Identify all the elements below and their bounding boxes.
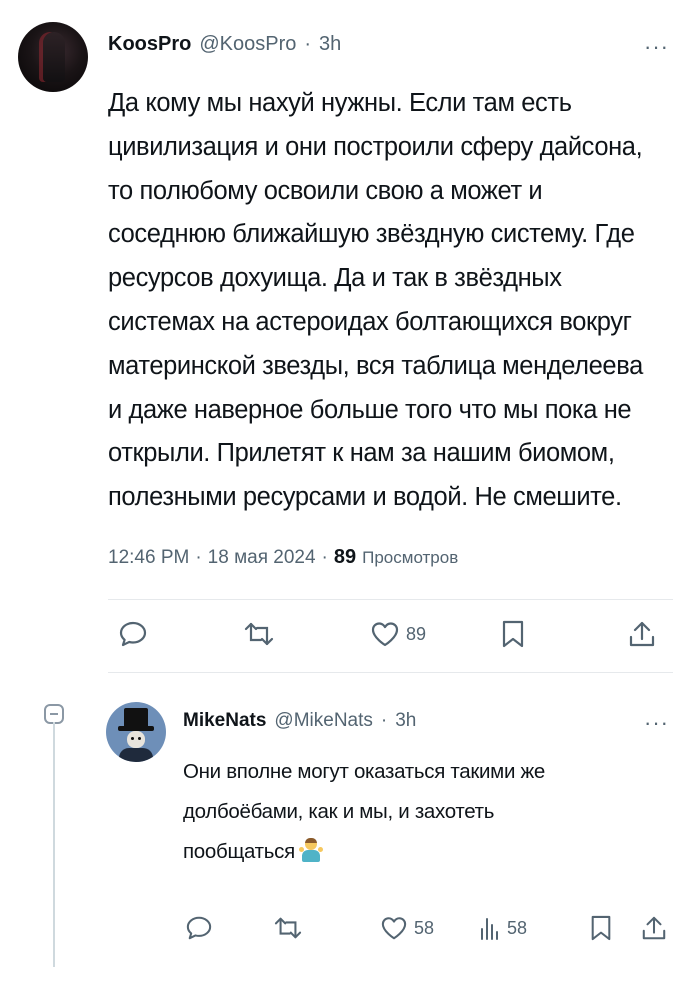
separator-dot: · <box>380 710 388 731</box>
reply-bookmark-button[interactable] <box>589 914 613 942</box>
person-shrugging-emoji <box>298 838 323 862</box>
avatar-face <box>127 731 145 748</box>
like-button[interactable]: 89 <box>370 620 426 648</box>
reply-author-avatar[interactable] <box>106 702 166 762</box>
reply-view-count: 58 <box>507 917 528 938</box>
reply-views-button[interactable]: 58 <box>479 915 527 941</box>
views-icon <box>481 918 498 940</box>
divider <box>108 672 673 673</box>
reply-retweet-button[interactable] <box>273 915 303 941</box>
avatar-hat <box>124 708 148 728</box>
like-icon <box>381 917 407 940</box>
tweet-meta: 12:46 PM · 18 мая 2024 · 89 Просмотров <box>108 546 458 569</box>
tweet-actions: 89 <box>108 612 673 656</box>
reply-author-handle[interactable]: @MikeNats <box>274 710 372 732</box>
share-icon <box>629 621 655 647</box>
tweet-timestamp[interactable]: 12:46 PM <box>108 547 189 569</box>
retweet-button[interactable] <box>243 620 275 648</box>
author-name[interactable]: KoosPro <box>108 33 191 56</box>
emoji-torso <box>301 850 320 862</box>
collapse-thread-button[interactable] <box>44 704 64 724</box>
author-handle[interactable]: @KoosPro <box>199 33 296 56</box>
reply-icon <box>186 916 212 940</box>
thread-line <box>53 722 55 967</box>
reply-actions: 58 58 <box>183 910 673 950</box>
tweet-date[interactable]: 18 мая 2024 <box>208 547 316 569</box>
like-icon <box>371 622 399 647</box>
reply-share-button[interactable] <box>641 914 667 942</box>
bookmark-icon <box>591 915 611 941</box>
author-avatar[interactable] <box>18 22 88 92</box>
more-options-icon[interactable]: ··· <box>644 34 669 60</box>
reply-time[interactable]: 3h <box>395 710 416 732</box>
reply-text-content: Они вполне могут оказаться такими же дол… <box>183 760 546 863</box>
retweet-icon <box>244 622 274 646</box>
emoji-hair <box>304 838 317 843</box>
minus-icon <box>50 713 58 715</box>
reply-like-count: 58 <box>414 917 435 938</box>
views-count: 89 <box>333 546 357 568</box>
separator-dot: · <box>321 547 328 568</box>
avatar-coat <box>119 748 153 762</box>
tweet-text: Да кому мы нахуй нужны. Если там есть ци… <box>108 89 643 512</box>
reply-like-button[interactable]: 58 <box>380 915 434 941</box>
divider <box>108 599 673 600</box>
reply-author-name[interactable]: MikeNats <box>183 710 266 732</box>
reply-icon <box>119 621 147 647</box>
avatar-figure <box>43 32 65 82</box>
avatar-eye <box>131 737 134 740</box>
like-count: 89 <box>406 623 427 644</box>
reply-button[interactable] <box>118 620 148 648</box>
separator-dot: · <box>304 33 312 55</box>
avatar-eye <box>138 737 141 740</box>
views-label: Просмотров <box>362 548 459 567</box>
reply-more-options-icon[interactable]: ··· <box>644 710 669 736</box>
separator-dot: · <box>195 547 202 568</box>
share-button[interactable] <box>628 619 656 649</box>
reply-text: Они вполне могут оказаться такими же дол… <box>183 752 623 872</box>
share-icon <box>642 916 666 940</box>
bookmark-button[interactable] <box>500 619 526 649</box>
retweet-icon <box>274 917 302 939</box>
bookmark-icon <box>502 620 524 648</box>
reply-header: MikeNats @MikeNats · 3h <box>183 710 416 732</box>
tweet-time[interactable]: 3h <box>319 33 341 56</box>
tweet-header: KoosPro @KoosPro · 3h <box>108 33 341 56</box>
reply-reply-button[interactable] <box>185 915 213 941</box>
